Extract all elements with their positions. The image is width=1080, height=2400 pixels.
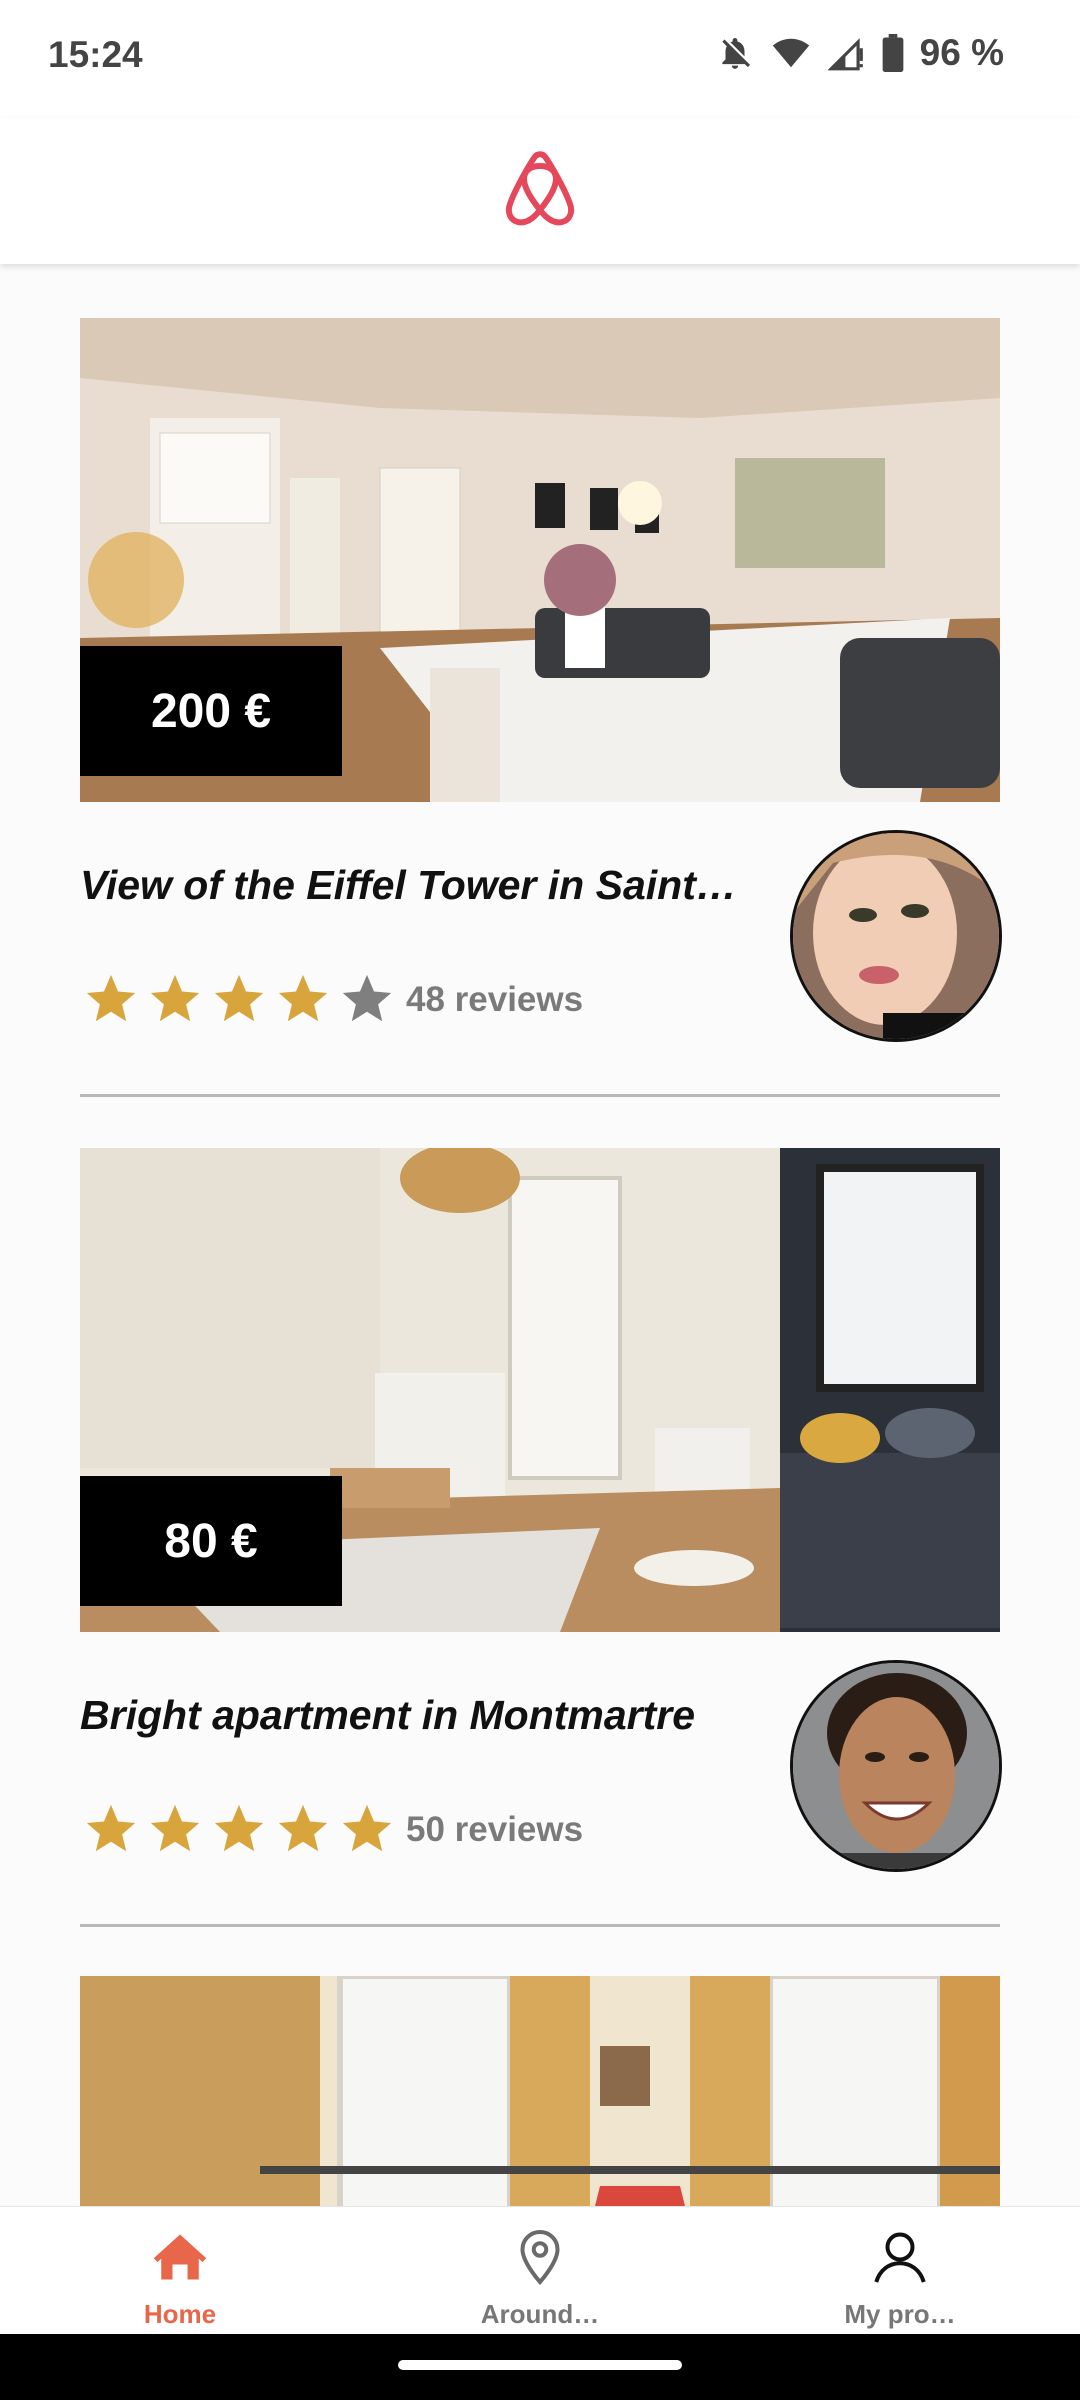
nav-label: My pro… bbox=[844, 2299, 956, 2329]
host-avatar[interactable] bbox=[790, 830, 1002, 1042]
airbnb-logo-icon[interactable] bbox=[502, 148, 578, 230]
star-filled-icon bbox=[214, 974, 264, 1022]
star-filled-icon bbox=[86, 1804, 136, 1852]
battery-icon bbox=[882, 34, 904, 72]
reviews-count[interactable]: 50 reviews bbox=[406, 1810, 583, 1850]
nav-label: Home bbox=[143, 2299, 217, 2329]
listing-title[interactable]: View of the Eiffel Tower in Saint… bbox=[80, 862, 780, 909]
price-tag: 200 € bbox=[80, 646, 342, 776]
location-pin-icon bbox=[520, 2229, 560, 2285]
star-filled-icon bbox=[278, 974, 328, 1022]
notifications-off-icon bbox=[721, 37, 750, 69]
home-icon bbox=[153, 2234, 207, 2280]
star-filled-icon bbox=[150, 1804, 200, 1852]
nav-label: Around… bbox=[480, 2299, 600, 2329]
status-bar: 15:24 96 % bbox=[0, 0, 1080, 118]
host-avatar[interactable] bbox=[790, 1660, 1002, 1872]
star-filled-icon bbox=[150, 974, 200, 1022]
nav-item-home[interactable]: Home bbox=[60, 2207, 300, 2335]
rating-stars bbox=[82, 1800, 396, 1858]
app-header bbox=[0, 118, 1080, 264]
status-time: 15:24 bbox=[48, 34, 143, 75]
star-empty-icon bbox=[342, 974, 392, 1022]
battery-percentage: 96 % bbox=[919, 32, 1004, 73]
listing-title[interactable]: Bright apartment in Montmartre bbox=[80, 1692, 780, 1739]
reviews-count[interactable]: 48 reviews bbox=[406, 980, 583, 1020]
wifi-icon bbox=[772, 38, 809, 68]
star-filled-icon bbox=[86, 974, 136, 1022]
listing-photo[interactable]: 80 € bbox=[80, 1148, 1000, 1632]
gesture-handle[interactable] bbox=[398, 2360, 682, 2370]
bottom-navigation: Home Around… My pro… bbox=[0, 2206, 1080, 2335]
listing-photo[interactable]: 200 € bbox=[80, 318, 1000, 802]
star-filled-icon bbox=[278, 1804, 328, 1852]
status-icons: 96 % bbox=[716, 32, 1004, 74]
star-filled-icon bbox=[342, 1804, 392, 1852]
price-tag: 80 € bbox=[80, 1476, 342, 1606]
card-divider bbox=[80, 1924, 1000, 1927]
star-filled-icon bbox=[214, 1804, 264, 1852]
nav-item-profile[interactable]: My pro… bbox=[780, 2207, 1020, 2335]
system-gesture-bar bbox=[0, 2334, 1080, 2400]
listing-feed[interactable]: 200 € View of the Eiffel Tower in Saint…… bbox=[0, 264, 1080, 2206]
rating-stars bbox=[82, 970, 396, 1028]
signal-icon bbox=[827, 38, 863, 71]
nav-item-around[interactable]: Around… bbox=[420, 2207, 660, 2335]
listing-photo[interactable] bbox=[80, 1976, 1000, 2206]
card-divider bbox=[80, 1094, 1000, 1097]
profile-icon bbox=[874, 2232, 926, 2283]
